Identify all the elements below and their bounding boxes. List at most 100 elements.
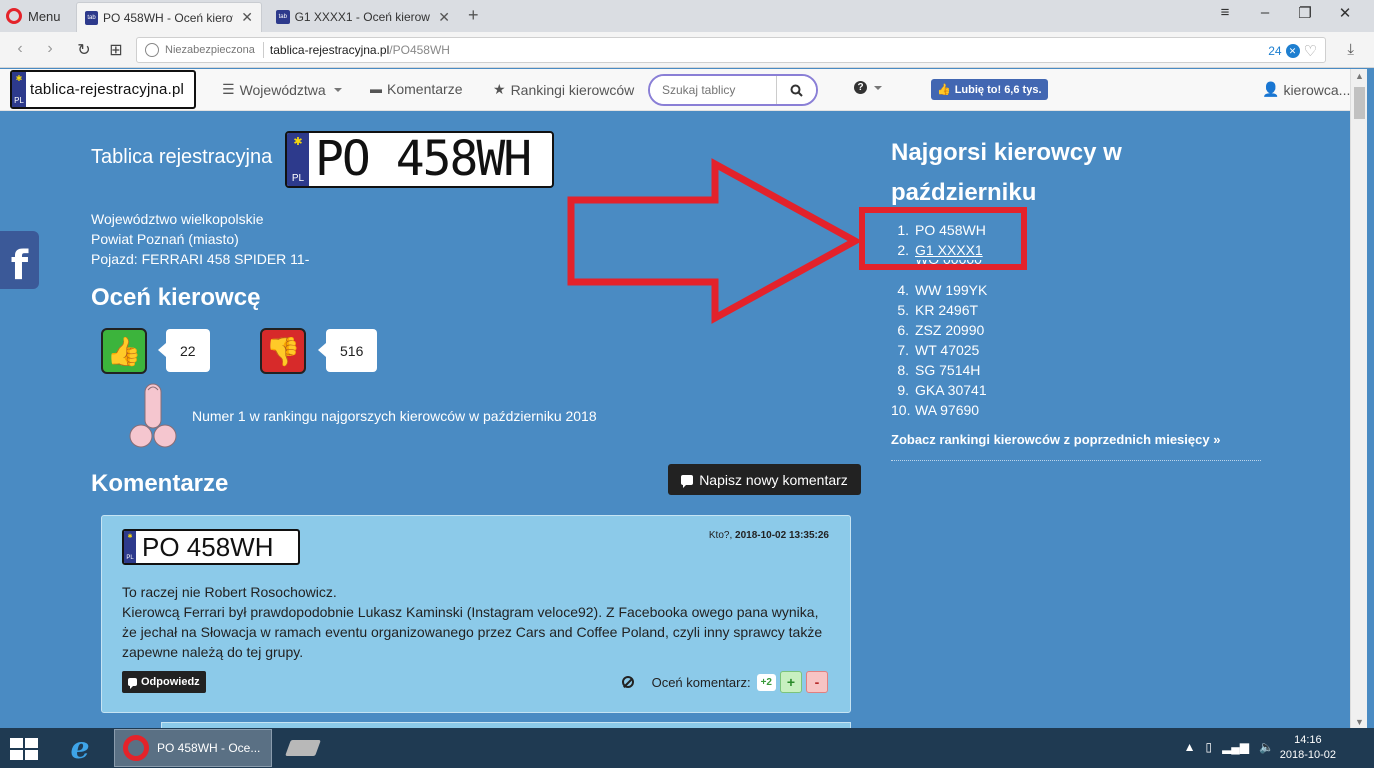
comment-body: To raczej nie Robert Rosochowicz. Kierow… xyxy=(122,582,832,662)
tab-plate-g1xxxx1[interactable]: tab G1 XXXX1 - Oceń kierowcę ✕ xyxy=(268,2,458,32)
back-icon[interactable]: ‹ xyxy=(10,40,30,58)
search-button[interactable] xyxy=(776,76,816,104)
new-comment-label: Napisz nowy komentarz xyxy=(699,471,848,488)
url-separator xyxy=(262,42,264,58)
facebook-like-button[interactable]: 👍 Lubię to! 6,6 tys. xyxy=(931,79,1048,100)
upvote-comment-button[interactable]: + xyxy=(780,671,802,693)
comment-author: Kto? xyxy=(708,530,730,541)
star-icon: ★ xyxy=(493,81,506,97)
eu-flag-strip: ✱ PL xyxy=(287,133,309,186)
user-menu[interactable]: 👤 kierowca... xyxy=(1262,81,1350,98)
plate-country: PL xyxy=(126,555,134,561)
ranking-item[interactable]: 4. WW 199YK xyxy=(891,280,987,300)
ranking-item[interactable]: 5. KR 2496T xyxy=(891,300,987,320)
clock-date: 2018-10-02 xyxy=(1279,749,1336,761)
volume-icon[interactable]: 🔈 xyxy=(1259,740,1274,754)
opera-menu-button[interactable]: Menu xyxy=(6,6,61,26)
url-actions: 24 ✕ ♡ xyxy=(1268,42,1317,60)
list-icon: ☰ xyxy=(222,81,235,97)
close-window-icon[interactable]: ✕ xyxy=(1330,4,1360,26)
rank-plate: WT 47025 xyxy=(915,342,980,358)
downvote-comment-button[interactable]: - xyxy=(806,671,828,693)
comment-line: Kierowcą Ferrari był prawdopodobnie Luka… xyxy=(122,604,823,660)
vehicle-text: Pojazd: FERRARI 458 SPIDER 11- xyxy=(91,251,310,267)
drive-icon[interactable] xyxy=(285,740,321,756)
voivodeship-text: Województwo wielkopolskie xyxy=(91,211,264,227)
speed-dial-icon[interactable]: ⊞ xyxy=(106,40,126,60)
tray-expand-icon[interactable]: ▲ xyxy=(1184,740,1196,754)
previous-rankings-link[interactable]: Zobacz rankingi kierowców z poprzednich … xyxy=(891,432,1220,447)
security-label[interactable]: Niezabezpieczona xyxy=(165,44,255,56)
close-tab-icon[interactable]: ✕ xyxy=(241,9,253,26)
scroll-thumb[interactable] xyxy=(1354,87,1365,119)
plate-search-input[interactable] xyxy=(650,76,776,104)
comment-score: +2 xyxy=(756,673,776,691)
rank-plate: SG 7514H xyxy=(915,362,981,378)
license-plate-large: ✱ PL PO 458WH xyxy=(285,131,554,188)
nav-comments-link[interactable]: ▬ Komentarze xyxy=(370,81,462,97)
address-bar-row: ‹ › ↻ ⊞ Niezabezpieczona tablica-rejestr… xyxy=(0,32,1374,68)
fb-like-label: Lubię to! 6,6 tys. xyxy=(954,83,1042,96)
search-icon xyxy=(790,84,803,97)
reload-icon[interactable]: ↻ xyxy=(74,40,94,60)
ranking-item[interactable]: 10. WA 97690 xyxy=(891,400,987,420)
new-comment-button[interactable]: Napisz nowy komentarz xyxy=(668,464,861,495)
tab-title: PO 458WH - Oceń kierowcę xyxy=(103,10,233,25)
signal-icon[interactable]: ▂▄▆ xyxy=(1222,740,1249,754)
minimize-icon[interactable]: – xyxy=(1250,4,1280,26)
ranking-item[interactable]: 6. ZSZ 20990 xyxy=(891,320,987,340)
reply-button[interactable]: Odpowiedz xyxy=(122,671,206,693)
comment-meta: Kto?, 2018-10-02 13:35:26 xyxy=(708,530,829,541)
restore-icon[interactable]: ❐ xyxy=(1290,4,1320,26)
download-icon[interactable]: ⤓ xyxy=(1347,41,1354,58)
comment-plate-number: PO 458WH xyxy=(142,532,274,562)
nav-regions-dropdown[interactable]: ☰ Województwa xyxy=(222,81,342,98)
taskbar-opera-window[interactable]: PO 458WH - Oce... xyxy=(114,729,272,767)
help-dropdown[interactable]: ? xyxy=(854,81,882,94)
new-tab-icon[interactable]: + xyxy=(468,5,479,26)
rank-plate: WA 97690 xyxy=(915,402,980,418)
tab-plate-po458wh[interactable]: tab PO 458WH - Oceń kierowcę ✕ xyxy=(76,2,262,32)
eu-stars-icon: ✱ xyxy=(127,534,133,540)
like-count-bubble: 22 xyxy=(158,329,210,372)
scroll-up-icon[interactable]: ▲ xyxy=(1351,71,1368,81)
ranking-item[interactable]: 9. GKA 30741 xyxy=(891,380,987,400)
windows-start-icon[interactable] xyxy=(10,738,38,760)
like-button[interactable]: 👍 xyxy=(101,328,147,374)
forward-icon[interactable]: › xyxy=(40,40,60,58)
nav-regions-label: Województwa xyxy=(239,81,326,98)
taskbar-window-label: PO 458WH - Oce... xyxy=(157,741,261,755)
facebook-icon: f xyxy=(10,243,29,289)
site-favicon-icon: tab xyxy=(85,10,99,25)
adblock-icon[interactable]: ✕ xyxy=(1285,44,1300,58)
clock-time: 14:16 xyxy=(1294,734,1322,746)
url-field[interactable]: Niezabezpieczona tablica-rejestracyjna.p… xyxy=(136,37,1326,63)
scroll-down-icon[interactable]: ▼ xyxy=(1351,717,1368,727)
rank-number: 8. xyxy=(897,362,909,378)
taskbar-clock[interactable]: 14:16 2018-10-02 xyxy=(1280,733,1336,763)
comment-icon xyxy=(681,474,694,488)
rank-number: 7. xyxy=(897,342,909,358)
rank-plate: GKA 30741 xyxy=(915,382,987,398)
report-ban-icon[interactable] xyxy=(621,676,634,688)
dislike-button[interactable]: 👎 xyxy=(260,328,306,374)
logo-country: PL xyxy=(14,96,24,105)
internet-explorer-icon[interactable]: e xyxy=(64,733,96,765)
rank-number: 9. xyxy=(897,382,909,398)
nav-comments-label: Komentarze xyxy=(387,81,463,97)
ranking-item[interactable]: 8. SG 7514H xyxy=(891,360,987,380)
page-scrollbar[interactable]: ▲ ▼ xyxy=(1350,69,1367,729)
annotation-arrow-icon xyxy=(567,158,863,324)
nav-rankings-label: Rankingi kierowców xyxy=(510,81,635,98)
comment-plate[interactable]: ✱ PL PO 458WH xyxy=(122,529,300,565)
comment-line: To raczej nie Robert Rosochowicz. xyxy=(122,584,337,600)
facebook-side-tab[interactable]: f xyxy=(0,231,39,289)
site-logo[interactable]: ✱ PL tablica-rejestracyjna.pl xyxy=(10,70,196,109)
tab-menu-icon[interactable]: ≡ xyxy=(1210,4,1240,26)
ranking-item[interactable]: 7. WT 47025 xyxy=(891,340,987,360)
annotation-highlight-box xyxy=(859,207,1027,270)
close-tab-icon[interactable]: ✕ xyxy=(438,9,450,26)
bookmark-heart-icon[interactable]: ♡ xyxy=(1304,42,1317,60)
nav-rankings-link[interactable]: ★ Rankingi kierowców xyxy=(493,81,634,98)
battery-icon[interactable]: ▯ xyxy=(1205,740,1212,754)
